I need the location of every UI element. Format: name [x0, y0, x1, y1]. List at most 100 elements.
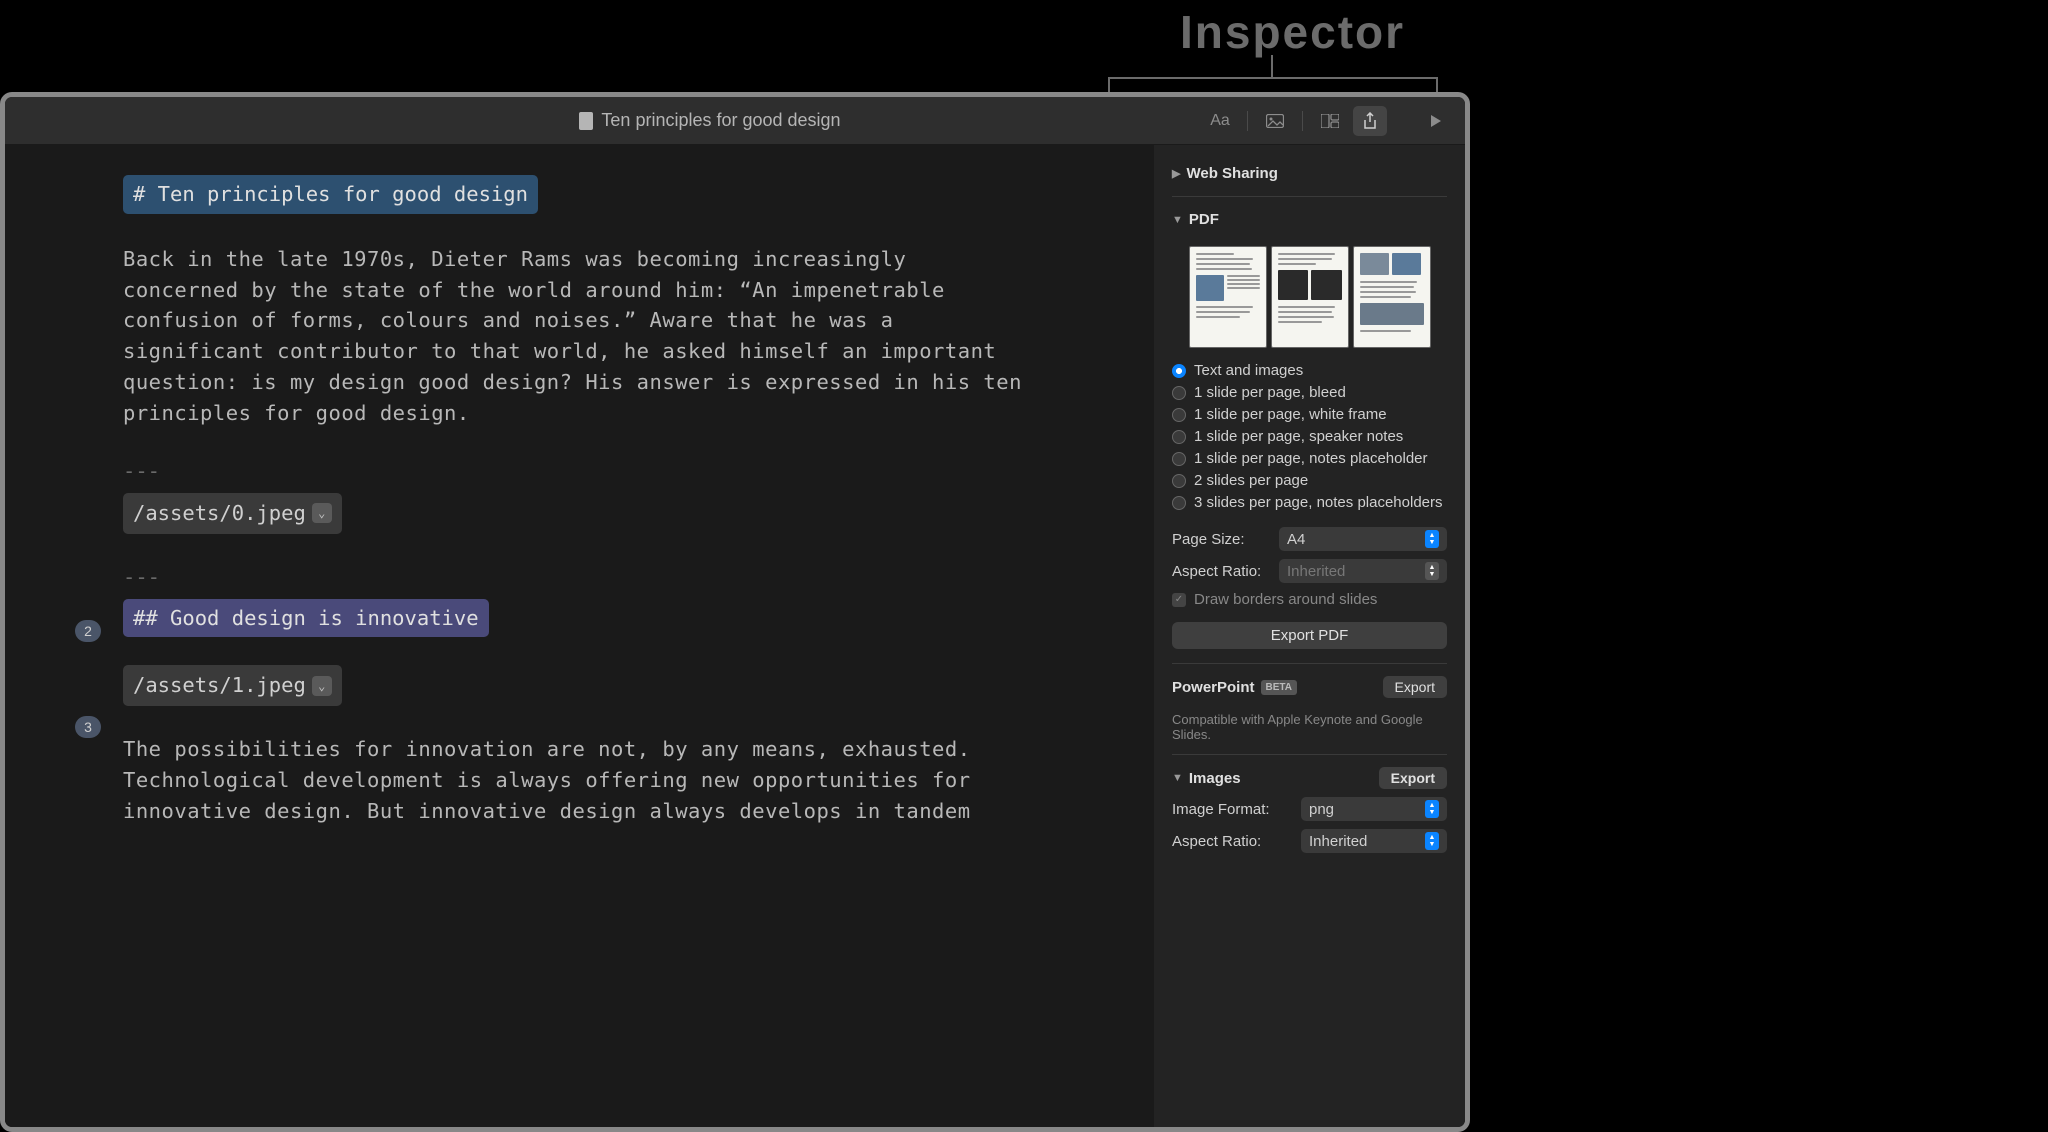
beta-badge: BETA: [1261, 680, 1297, 695]
paragraph-1[interactable]: Back in the late 1970s, Dieter Rams was …: [123, 244, 1023, 429]
hr-token[interactable]: ---: [123, 562, 1023, 593]
radio-label: 1 slide per page, white frame: [1194, 406, 1387, 423]
pdf-option-text-images[interactable]: Text and images: [1172, 362, 1447, 379]
powerpoint-label: PowerPoint: [1172, 679, 1255, 696]
play-toolbar-button[interactable]: [1419, 106, 1453, 136]
slide-badge-3[interactable]: 3: [75, 716, 101, 738]
inspector-panel: ▶ Web Sharing ▼ PDF: [1153, 145, 1465, 1127]
page-size-label: Page Size:: [1172, 531, 1245, 548]
heading-1-token[interactable]: # Ten principles for good design: [123, 175, 538, 214]
select-value: png: [1309, 801, 1334, 818]
image-aspect-ratio-row: Aspect Ratio: Inherited ▲▼: [1172, 829, 1447, 853]
image-format-row: Image Format: png ▲▼: [1172, 797, 1447, 821]
chevron-down-icon[interactable]: ⌄: [312, 676, 332, 696]
aspect-ratio-select[interactable]: Inherited ▲▼: [1279, 559, 1447, 583]
select-value: A4: [1287, 531, 1305, 548]
asset-path: /assets/0.jpeg: [133, 498, 306, 529]
toolbar-separator: [1302, 111, 1303, 131]
image-icon: [1266, 114, 1284, 128]
stepper-icon: ▲▼: [1425, 800, 1439, 818]
document-icon: [579, 112, 593, 130]
pdf-option-bleed[interactable]: 1 slide per page, bleed: [1172, 384, 1447, 401]
pdf-thumb-1[interactable]: [1189, 246, 1267, 348]
heading-2-token[interactable]: ## Good design is innovative: [123, 599, 489, 638]
radio-label: 1 slide per page, bleed: [1194, 384, 1346, 401]
window-title-group: Ten principles for good design: [579, 110, 840, 131]
divider: [1172, 754, 1447, 755]
radio-icon: [1172, 452, 1186, 466]
image-aspect-ratio-select[interactable]: Inherited ▲▼: [1301, 829, 1447, 853]
radio-label: 1 slide per page, speaker notes: [1194, 428, 1403, 445]
draw-borders-checkbox-row[interactable]: ✓ Draw borders around slides: [1172, 591, 1447, 608]
image-aspect-ratio-label: Aspect Ratio:: [1172, 833, 1261, 850]
select-value: Inherited: [1309, 833, 1367, 850]
app-window: Ten principles for good design Aa 2 3: [0, 92, 1470, 1132]
toolbar-right: Aa: [1203, 106, 1453, 136]
share-icon: [1363, 112, 1377, 130]
chevron-right-icon: ▶: [1172, 167, 1180, 180]
radio-label: 3 slides per page, notes placeholders: [1194, 494, 1443, 511]
play-icon: [1430, 114, 1442, 128]
powerpoint-row: PowerPoint BETA Export: [1172, 668, 1447, 706]
stepper-icon: ▲▼: [1425, 562, 1439, 580]
image-toolbar-button[interactable]: [1258, 106, 1292, 136]
share-toolbar-button[interactable]: [1353, 106, 1387, 136]
stepper-icon: ▲▼: [1425, 530, 1439, 548]
radio-icon: [1172, 430, 1186, 444]
pdf-thumb-3[interactable]: [1353, 246, 1431, 348]
image-format-label: Image Format:: [1172, 801, 1270, 818]
aspect-ratio-row: Aspect Ratio: Inherited ▲▼: [1172, 559, 1447, 583]
inspector-overlay-label: Inspector: [1180, 5, 1405, 59]
page-size-row: Page Size: A4 ▲▼: [1172, 527, 1447, 551]
divider: [1172, 663, 1447, 664]
slide-badge-2[interactable]: 2: [75, 620, 101, 642]
pdf-option-speaker-notes[interactable]: 1 slide per page, speaker notes: [1172, 428, 1447, 445]
font-icon: Aa: [1210, 112, 1230, 130]
radio-icon: [1172, 408, 1186, 422]
stepper-icon: ▲▼: [1425, 832, 1439, 850]
radio-label: Text and images: [1194, 362, 1303, 379]
hr-token[interactable]: ---: [123, 456, 1023, 487]
window-title: Ten principles for good design: [601, 110, 840, 131]
images-section-header[interactable]: ▼ Images Export: [1172, 759, 1447, 797]
pdf-layout-radio-group: Text and images 1 slide per page, bleed …: [1172, 362, 1447, 511]
select-value: Inherited: [1287, 563, 1345, 580]
chevron-down-icon[interactable]: ⌄: [312, 503, 332, 523]
radio-icon: [1172, 386, 1186, 400]
radio-label: 1 slide per page, notes placeholder: [1194, 450, 1428, 467]
layout-toolbar-button[interactable]: [1313, 106, 1347, 136]
asset-token-1[interactable]: /assets/1.jpeg ⌄: [123, 665, 342, 706]
checkbox-icon: ✓: [1172, 593, 1186, 607]
asset-path: /assets/1.jpeg: [133, 670, 306, 701]
radio-icon: [1172, 496, 1186, 510]
checkbox-label: Draw borders around slides: [1194, 591, 1377, 608]
radio-icon: [1172, 474, 1186, 488]
pdf-option-notes-placeholder[interactable]: 1 slide per page, notes placeholder: [1172, 450, 1447, 467]
page-size-select[interactable]: A4 ▲▼: [1279, 527, 1447, 551]
toolbar-separator: [1247, 111, 1248, 131]
images-label: Images: [1189, 770, 1241, 787]
pdf-thumb-2[interactable]: [1271, 246, 1349, 348]
pdf-label: PDF: [1189, 211, 1219, 228]
asset-token-0[interactable]: /assets/0.jpeg ⌄: [123, 493, 342, 534]
pdf-option-white-frame[interactable]: 1 slide per page, white frame: [1172, 406, 1447, 423]
pdf-section-header[interactable]: ▼ PDF: [1172, 201, 1447, 238]
web-sharing-section-header[interactable]: ▶ Web Sharing: [1172, 155, 1447, 192]
pdf-option-2-slides[interactable]: 2 slides per page: [1172, 472, 1447, 489]
font-style-button[interactable]: Aa: [1203, 106, 1237, 136]
paragraph-2[interactable]: The possibilities for innovation are not…: [123, 734, 1023, 826]
radio-icon: [1172, 364, 1186, 378]
aspect-ratio-label: Aspect Ratio:: [1172, 563, 1261, 580]
powerpoint-hint: Compatible with Apple Keynote and Google…: [1172, 712, 1447, 742]
image-format-select[interactable]: png ▲▼: [1301, 797, 1447, 821]
export-images-button[interactable]: Export: [1379, 767, 1447, 789]
layout-icon: [1321, 114, 1339, 128]
web-sharing-label: Web Sharing: [1186, 165, 1277, 182]
radio-label: 2 slides per page: [1194, 472, 1308, 489]
pdf-option-3-slides[interactable]: 3 slides per page, notes placeholders: [1172, 494, 1447, 511]
export-powerpoint-button[interactable]: Export: [1383, 676, 1447, 698]
chevron-down-icon: ▼: [1172, 214, 1183, 226]
callout-line: [1271, 55, 1273, 77]
markdown-editor[interactable]: 2 3 # Ten principles for good design Bac…: [5, 145, 1153, 1127]
export-pdf-button[interactable]: Export PDF: [1172, 622, 1447, 649]
